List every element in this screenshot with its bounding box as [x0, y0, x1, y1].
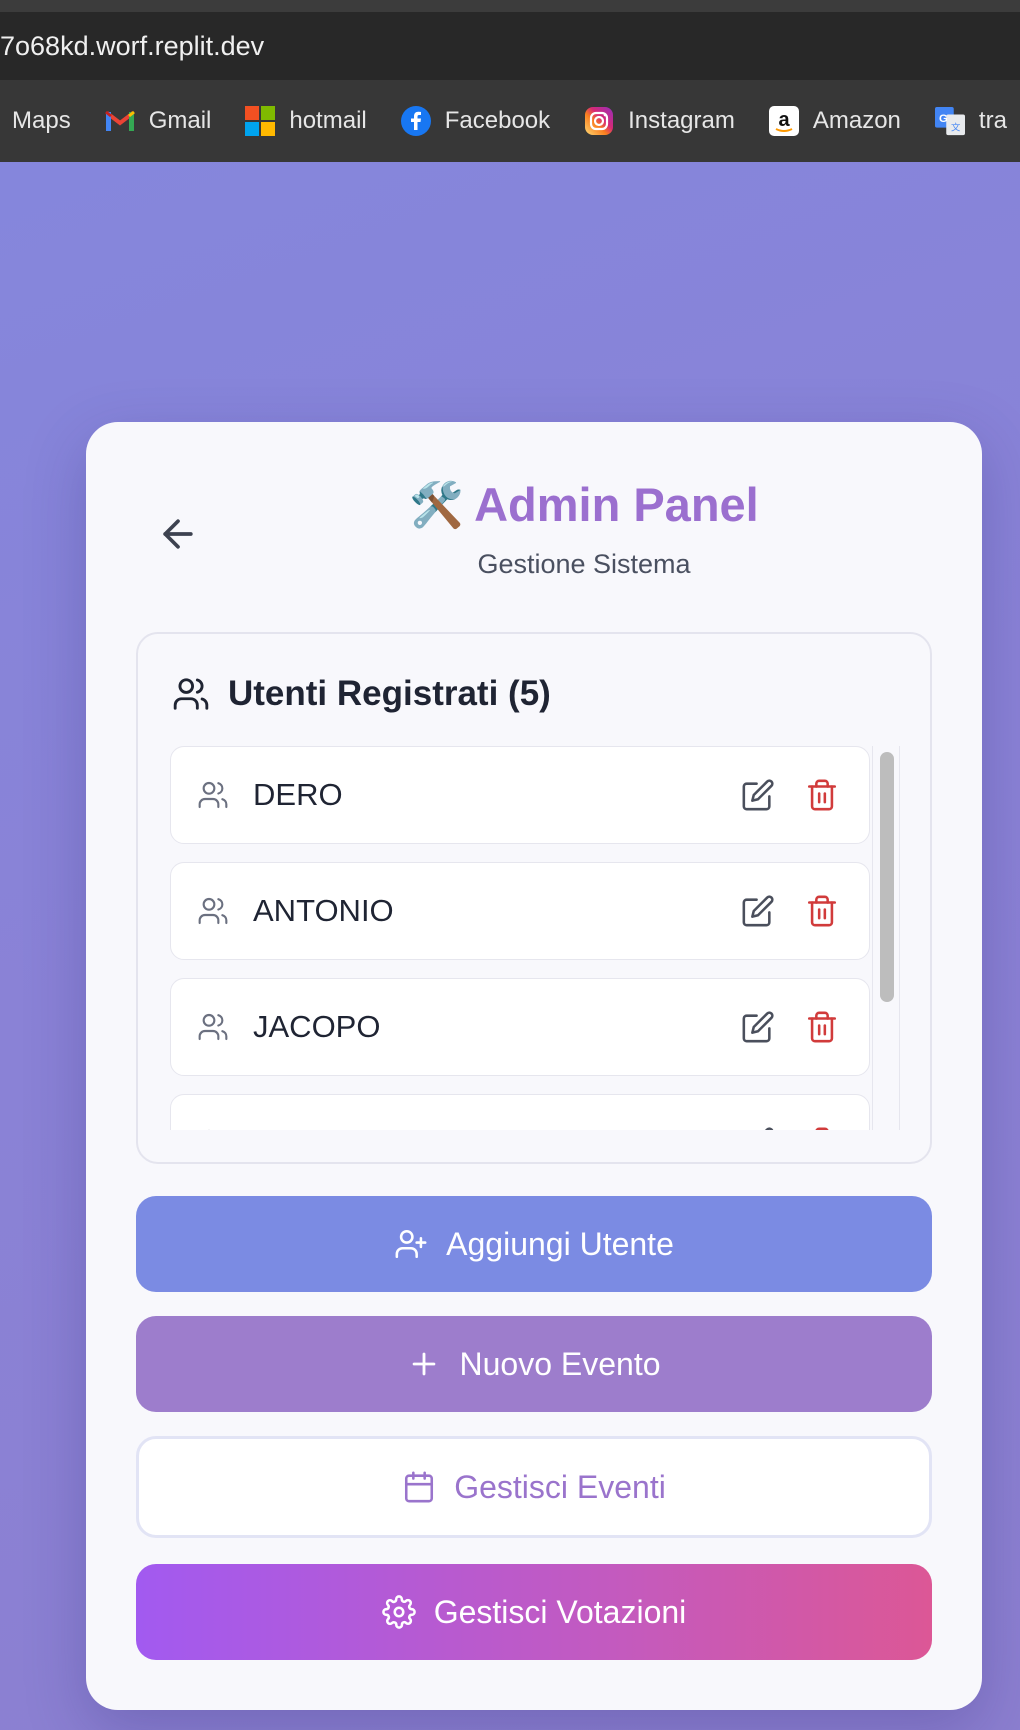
user-name: ANTONIO	[253, 893, 394, 928]
amazon-icon: a	[768, 106, 799, 136]
edit-icon[interactable]	[741, 1126, 775, 1130]
edit-icon[interactable]	[741, 894, 775, 928]
bookmark-label: tra	[978, 107, 1007, 134]
user-name: JACOPO	[253, 1009, 381, 1044]
url-text[interactable]: 7o68kd.worf.replit.dev	[0, 31, 264, 62]
users-heading: Utenti Registrati (5)	[172, 674, 551, 714]
admin-panel-card: 🛠️ Admin Panel Gestione Sistema Utenti R…	[86, 422, 982, 1710]
users-icon	[198, 897, 228, 925]
bookmark-translate[interactable]: G文 tra	[934, 106, 1007, 136]
bookmark-gmail[interactable]: Gmail	[104, 106, 212, 136]
bookmark-label: Amazon	[812, 107, 901, 134]
page-title: 🛠️ Admin Panel	[86, 477, 982, 532]
bookmark-maps[interactable]: Maps	[12, 107, 71, 135]
list-item[interactable]: DERO	[170, 746, 870, 844]
trash-icon[interactable]	[805, 1010, 839, 1044]
users-icon	[198, 781, 228, 809]
trash-icon[interactable]	[805, 894, 839, 928]
users-icon	[208, 1129, 210, 1130]
facebook-icon	[400, 106, 431, 136]
list-item[interactable]: JACOPO	[170, 978, 870, 1076]
bookmark-amazon[interactable]: a Amazon	[768, 106, 901, 136]
bookmark-facebook[interactable]: Facebook	[400, 106, 551, 136]
users-icon	[198, 1013, 228, 1041]
page-title-text: Admin Panel	[474, 478, 759, 531]
list-item[interactable]	[170, 1094, 870, 1130]
manage-events-label: Gestisci Eventi	[454, 1468, 666, 1505]
instagram-icon	[584, 106, 614, 136]
user-name: DERO	[253, 777, 343, 812]
bookmark-label: Instagram	[628, 107, 735, 134]
manage-votes-label: Gestisci Votazioni	[433, 1593, 687, 1630]
translate-icon: G文	[934, 106, 965, 136]
list-item[interactable]: ANTONIO	[170, 862, 870, 960]
edit-icon[interactable]	[741, 1010, 775, 1044]
registered-users-panel: Utenti Registrati (5) DERO ANTONIO JACOP…	[136, 632, 932, 1164]
scrollbar-thumb[interactable]	[880, 752, 894, 1002]
bookmark-label: Maps	[12, 107, 71, 134]
plus-icon	[413, 1352, 436, 1376]
bookmark-instagram[interactable]: Instagram	[584, 106, 735, 136]
browser-top-strip	[0, 0, 1020, 12]
bookmark-label: Gmail	[148, 107, 212, 134]
manage-votes-button[interactable]: Gestisci Votazioni	[136, 1564, 932, 1660]
svg-text:a: a	[778, 109, 790, 131]
gmail-icon	[104, 106, 135, 136]
add-user-button[interactable]: Aggiungi Utente	[136, 1196, 932, 1292]
settings-gear-icon	[381, 1595, 416, 1629]
microsoft-icon	[245, 106, 276, 136]
users-icon	[173, 678, 209, 710]
new-event-label: Nuovo Evento	[459, 1345, 661, 1382]
page-subtitle: Gestione Sistema	[477, 549, 691, 579]
bookmarks-bar: Maps Gmail hotmail Facebook Instagram a …	[0, 80, 1020, 162]
address-bar[interactable]: 7o68kd.worf.replit.dev	[0, 12, 1020, 80]
trash-icon[interactable]	[805, 778, 839, 812]
users-list-scrollbar[interactable]	[872, 746, 900, 1130]
edit-icon[interactable]	[741, 778, 775, 812]
users-heading-text: Utenti Registrati (5)	[228, 674, 551, 713]
user-plus-icon	[395, 1229, 427, 1259]
new-event-button[interactable]: Nuovo Evento	[136, 1316, 932, 1412]
manage-events-button[interactable]: Gestisci Eventi	[136, 1436, 932, 1538]
svg-text:文: 文	[951, 121, 961, 132]
users-list[interactable]: DERO ANTONIO JACOPO	[170, 746, 870, 1130]
add-user-label: Aggiungi Utente	[446, 1225, 674, 1262]
bookmark-label: hotmail	[289, 107, 367, 134]
trash-icon[interactable]	[805, 1126, 839, 1130]
svg-text:G: G	[939, 113, 948, 125]
calendar-icon	[405, 1471, 434, 1503]
bookmark-label: Facebook	[444, 107, 551, 134]
tools-emoji-icon: 🛠️	[409, 480, 465, 530]
bookmark-hotmail[interactable]: hotmail	[245, 106, 367, 136]
